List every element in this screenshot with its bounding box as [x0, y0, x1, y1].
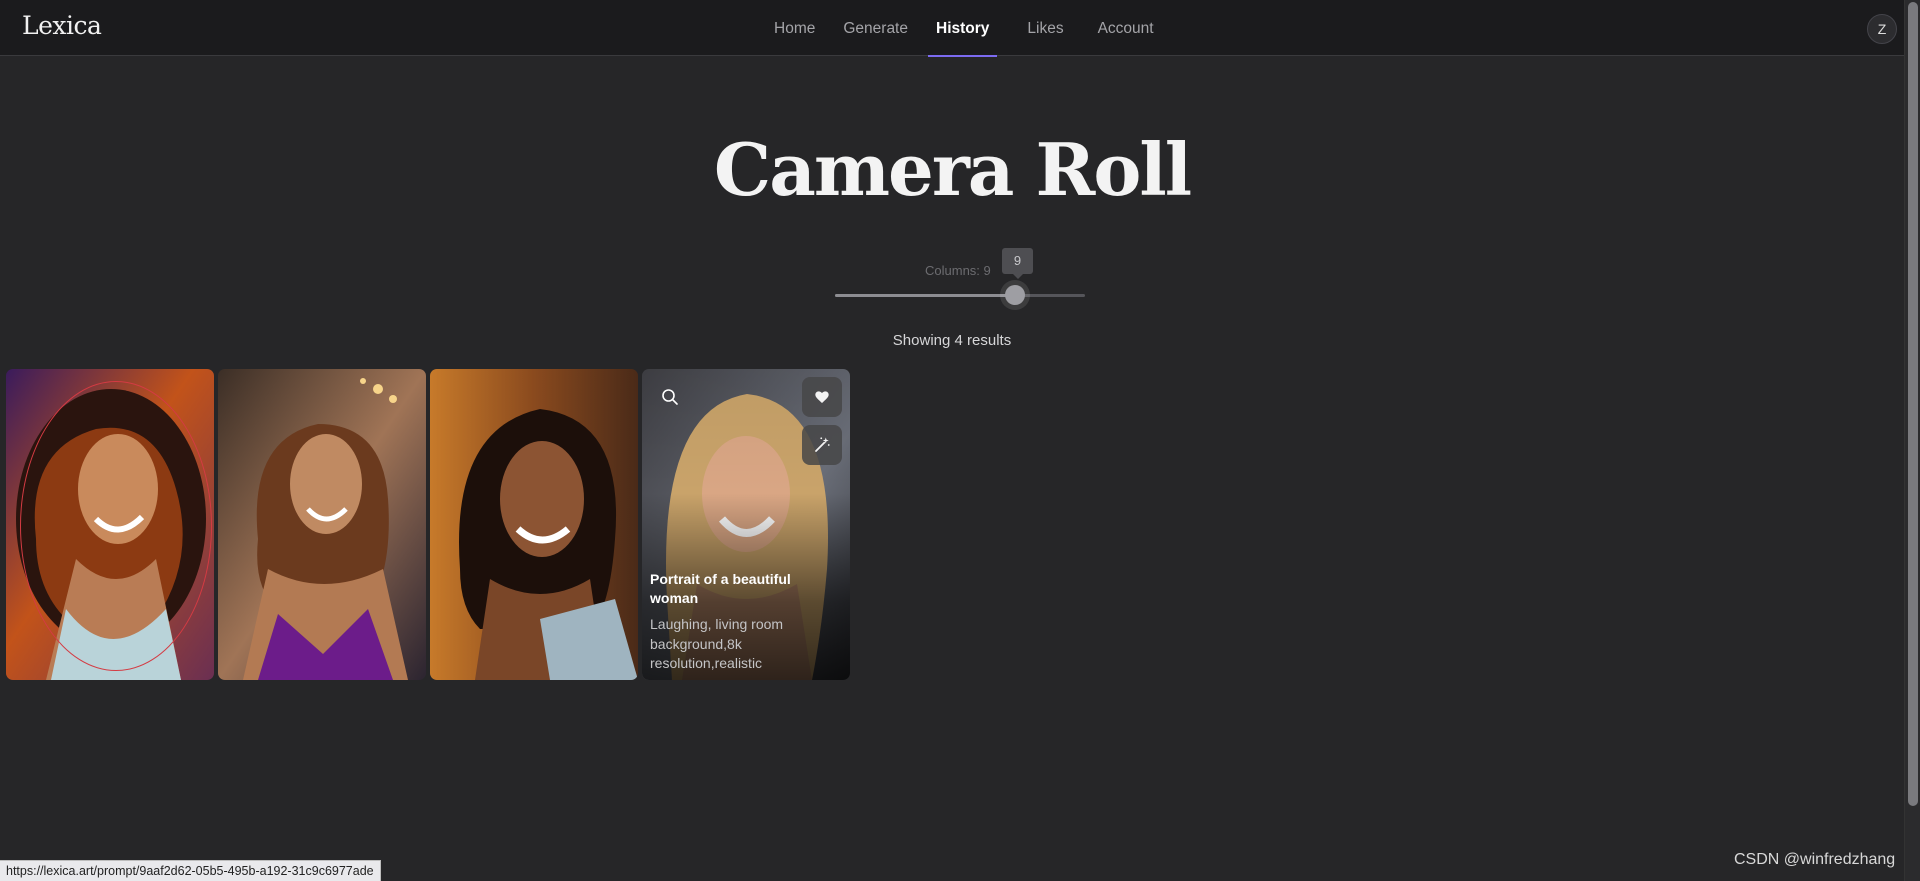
zoom-button[interactable] [650, 377, 690, 417]
nav-home[interactable]: Home [760, 0, 829, 56]
results-count: Showing 4 results [892, 332, 1012, 349]
card-title: Portrait of a beautiful woman [650, 571, 791, 606]
slider-value-tooltip: 9 [1002, 248, 1033, 279]
browser-status-bar: https://lexica.art/prompt/9aaf2d62-05b5-… [0, 860, 381, 881]
heart-icon [815, 391, 829, 403]
lexica-logo[interactable]: Lexica [22, 11, 102, 40]
nav-likes[interactable]: Likes [1013, 0, 1077, 56]
image-card-4[interactable]: Portrait of a beautiful woman Laughing, … [642, 369, 850, 680]
card-description: Laughing, living room background,8k reso… [650, 616, 784, 671]
like-button[interactable] [802, 377, 842, 417]
columns-label: Columns: 9 [925, 263, 991, 278]
highlight-circle-annotation [20, 381, 212, 671]
page-title: Camera Roll [713, 127, 1192, 212]
portrait-image-3 [430, 369, 638, 680]
columns-label-text: Columns: 9 [925, 263, 991, 278]
magic-wand-icon [815, 437, 830, 452]
slider-thumb[interactable] [1005, 285, 1025, 305]
top-nav-bar: Lexica Home Generate History Likes Accou… [0, 0, 1904, 57]
image-card-1[interactable] [6, 369, 214, 680]
image-card-2[interactable] [218, 369, 426, 680]
portrait-image-2 [218, 369, 426, 680]
search-icon [662, 389, 678, 405]
user-avatar[interactable]: Z [1867, 14, 1897, 44]
nav-account[interactable]: Account [1084, 0, 1168, 56]
main-nav: Home Generate History Likes Account [760, 0, 1168, 57]
magic-wand-button[interactable] [802, 425, 842, 465]
nav-history[interactable]: History [922, 0, 1003, 57]
image-card-3[interactable] [430, 369, 638, 680]
page: Lexica Home Generate History Likes Accou… [0, 0, 1920, 881]
nav-generate[interactable]: Generate [829, 0, 922, 56]
columns-slider[interactable] [835, 285, 1085, 305]
watermark: CSDN @winfredzhang [1734, 851, 1896, 868]
image-grid: Portrait of a beautiful woman Laughing, … [6, 369, 850, 680]
slider-fill [835, 294, 1015, 297]
scrollbar-thumb[interactable] [1908, 2, 1918, 806]
page-scrollbar[interactable] [1904, 0, 1920, 881]
